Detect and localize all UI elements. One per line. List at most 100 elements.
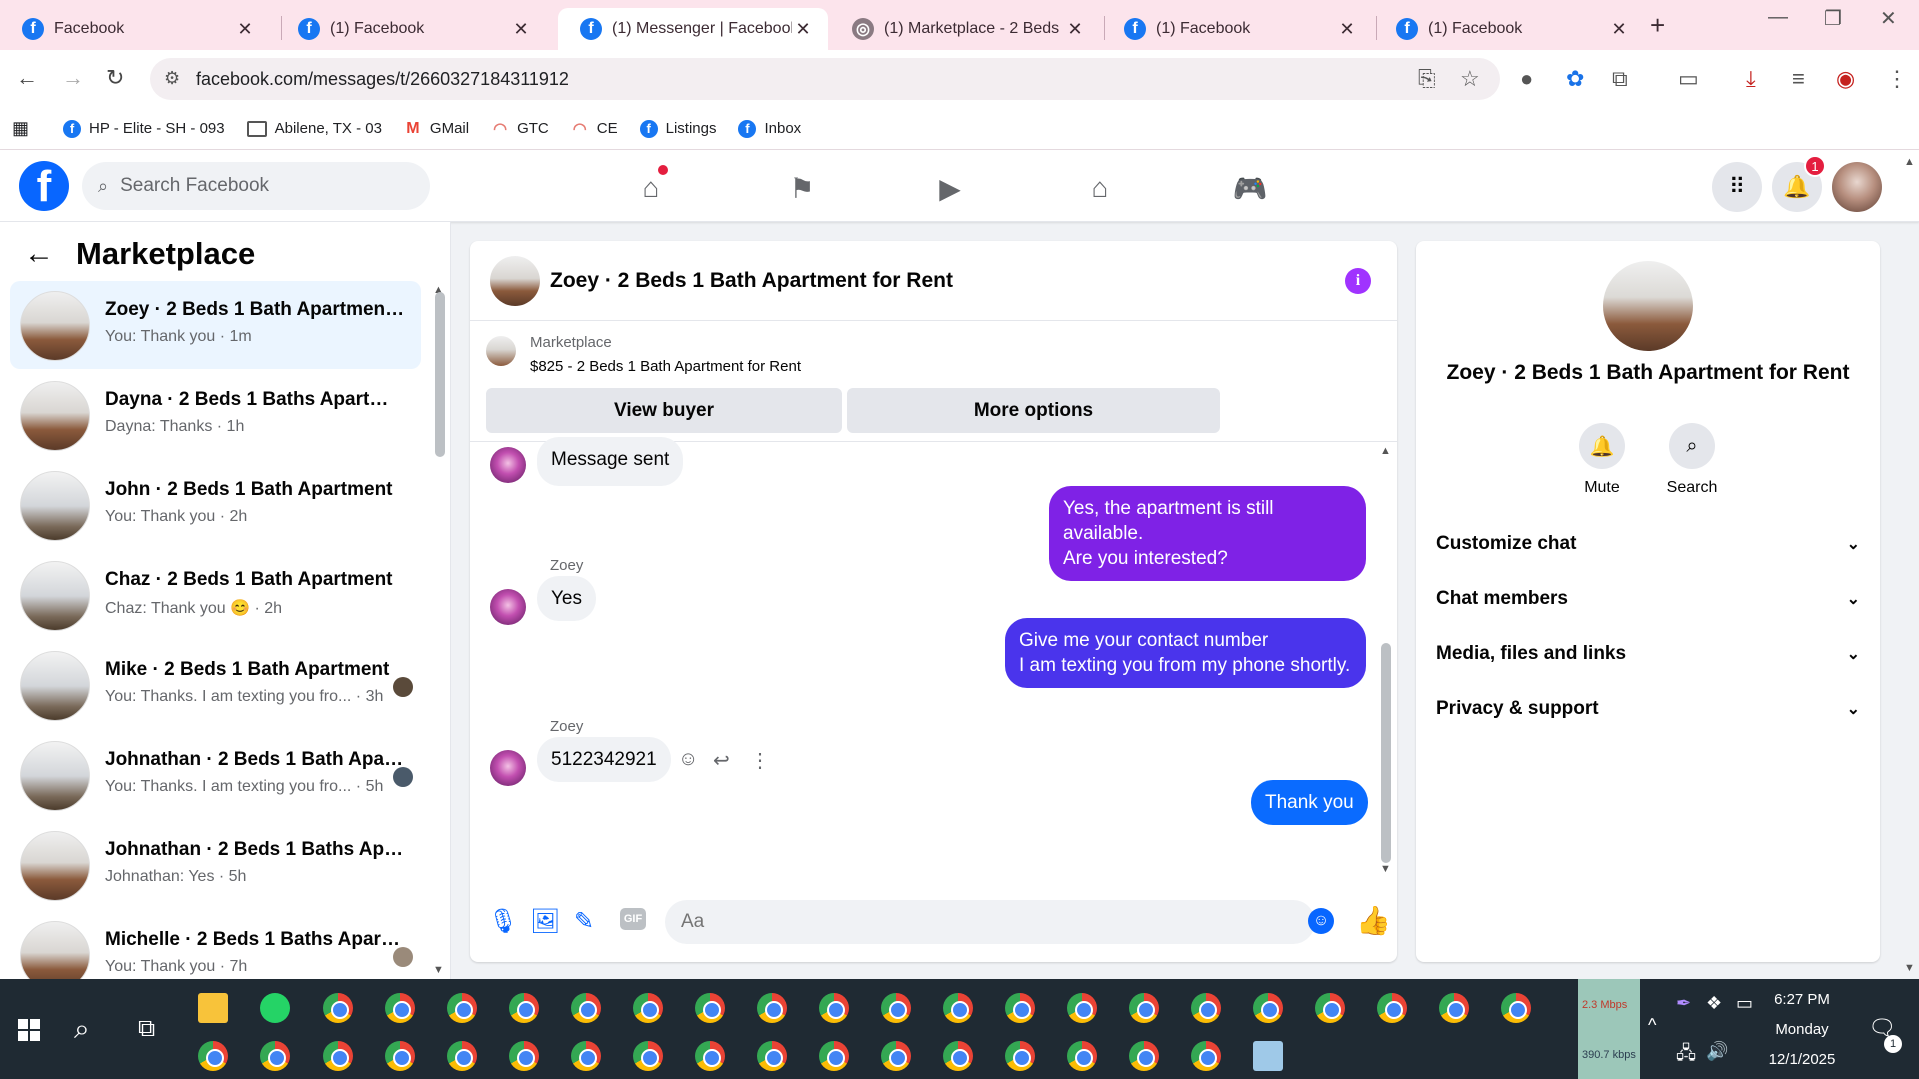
chrome-icon[interactable] xyxy=(1315,993,1345,1023)
chat-members-row[interactable]: Chat members ⌄ xyxy=(1436,579,1860,619)
message-bubble[interactable]: Yes xyxy=(537,576,596,621)
bookmark-ce[interactable]: ◠ CE xyxy=(571,120,618,138)
extension-icon[interactable]: ✿ xyxy=(1566,66,1584,92)
conversation-johnathan-1[interactable]: Johnathan · 2 Beds 1 Bath Apartment You:… xyxy=(10,731,421,819)
view-buyer-button[interactable]: View buyer xyxy=(486,388,842,433)
chrome-icon[interactable] xyxy=(509,993,539,1023)
browser-tab-2[interactable]: f (1) Facebook ✕ xyxy=(276,8,546,50)
browser-menu-icon[interactable]: ⋮ xyxy=(1886,66,1908,92)
chrome-icon[interactable] xyxy=(1501,993,1531,1023)
menu-grid-icon[interactable]: ⠿ xyxy=(1712,162,1762,212)
media-control-icon[interactable]: ≡ xyxy=(1792,66,1805,92)
sidebar-scrollbar[interactable] xyxy=(435,292,445,457)
chrome-icon[interactable] xyxy=(633,1041,663,1071)
reply-icon[interactable]: ↩ xyxy=(713,748,730,773)
conversation-johnathan-2[interactable]: Johnathan · 2 Beds 1 Baths Apartment Joh… xyxy=(10,821,421,909)
install-app-icon[interactable]: ⎘ xyxy=(1418,66,1436,92)
bookmark-gmail[interactable]: M GMail xyxy=(404,120,469,138)
taskbar-search-icon[interactable]: ⌕ xyxy=(74,1013,90,1046)
clock-day[interactable]: Monday xyxy=(1752,1021,1852,1038)
scroll-down-arrow-icon[interactable]: ▼ xyxy=(1380,863,1391,875)
conversation-mike[interactable]: Mike · 2 Beds 1 Bath Apartment You: Than… xyxy=(10,641,421,729)
notepad-icon[interactable] xyxy=(1253,1041,1283,1071)
close-tab-icon[interactable]: ✕ xyxy=(234,19,256,40)
gif-icon[interactable]: GIF xyxy=(620,908,646,930)
info-icon[interactable]: i xyxy=(1345,268,1371,294)
browser-tab-4[interactable]: ◎ (1) Marketplace - 2 Beds 1 B ✕ xyxy=(830,8,1100,50)
browser-tab-3-active[interactable]: f (1) Messenger | Facebook ✕ xyxy=(558,8,828,50)
react-icon[interactable]: ☺ xyxy=(678,748,698,771)
chrome-icon[interactable] xyxy=(385,1041,415,1071)
browser-tab-5[interactable]: f (1) Facebook ✕ xyxy=(1102,8,1372,50)
chrome-icon[interactable] xyxy=(1067,993,1097,1023)
cookie-extension-icon[interactable]: ● xyxy=(1520,66,1533,92)
bookmark-inbox[interactable]: f Inbox xyxy=(738,119,801,138)
message-bubble-sent[interactable]: Thank you xyxy=(1251,780,1368,825)
facebook-logo[interactable]: f xyxy=(19,161,69,211)
file-explorer-icon[interactable] xyxy=(198,993,228,1023)
new-tab-icon[interactable]: + xyxy=(1650,10,1665,41)
sticker-icon[interactable]: ✎ xyxy=(574,907,594,936)
chrome-icon[interactable] xyxy=(1439,993,1469,1023)
extensions-puzzle-icon[interactable]: ⧉ xyxy=(1612,66,1628,92)
chrome-icon[interactable] xyxy=(509,1041,539,1071)
minimize-icon[interactable]: — xyxy=(1768,6,1788,29)
video-icon[interactable]: ▶ xyxy=(930,168,970,208)
page-scroll-down-icon[interactable]: ▼ xyxy=(1904,962,1915,974)
media-files-links-row[interactable]: Media, files and links ⌄ xyxy=(1436,634,1860,674)
chrome-icon[interactable] xyxy=(571,1041,601,1071)
back-arrow-icon[interactable]: ← xyxy=(24,237,54,271)
browser-tab-6[interactable]: f (1) Facebook ✕ xyxy=(1374,8,1644,50)
chrome-icon[interactable] xyxy=(695,1041,725,1071)
dropbox-icon[interactable]: ❖ xyxy=(1706,993,1722,1014)
clock-date[interactable]: 12/1/2025 xyxy=(1752,1051,1852,1068)
pen-icon[interactable]: ✒ xyxy=(1676,993,1691,1014)
chrome-icon[interactable] xyxy=(323,993,353,1023)
tray-overflow-chevron-icon[interactable]: ^ xyxy=(1648,1015,1656,1036)
chrome-icon[interactable] xyxy=(943,993,973,1023)
chat-title[interactable]: Zoey · 2 Beds 1 Bath Apartment for Rent xyxy=(550,269,953,293)
scroll-down-arrow-icon[interactable]: ▼ xyxy=(433,964,444,976)
more-options-button[interactable]: More options xyxy=(847,388,1220,433)
network-icon[interactable]: 🖧 xyxy=(1676,1041,1696,1071)
listing-title[interactable]: $825 - 2 Beds 1 Bath Apartment for Rent xyxy=(530,358,801,375)
account-avatar[interactable] xyxy=(1832,162,1882,212)
chrome-icon[interactable] xyxy=(385,993,415,1023)
browser-tab-1[interactable]: f Facebook ✕ xyxy=(0,8,270,50)
bookmark-listings[interactable]: f Listings xyxy=(639,119,716,138)
download-icon[interactable]: ⤓ xyxy=(1746,66,1756,92)
profile-icon[interactable]: ◉ xyxy=(1836,66,1855,92)
bookmark-gtc[interactable]: ◠ GTC xyxy=(491,120,549,138)
pages-flag-icon[interactable]: ⚑ xyxy=(782,168,822,208)
volume-icon[interactable]: 🔊 xyxy=(1706,1041,1728,1062)
chrome-icon[interactable] xyxy=(198,1041,228,1071)
close-tab-icon[interactable]: ✕ xyxy=(510,19,532,40)
close-tab-icon[interactable]: ✕ xyxy=(1064,19,1086,40)
message-bubble[interactable]: Message sent xyxy=(537,437,684,486)
chrome-icon[interactable] xyxy=(757,993,787,1023)
privacy-support-row[interactable]: Privacy & support ⌄ xyxy=(1436,689,1860,729)
conversation-dayna[interactable]: Dayna · 2 Beds 1 Baths Apartment Dayna: … xyxy=(10,371,421,459)
apps-grid-icon[interactable]: ▦ xyxy=(12,118,29,139)
photo-icon[interactable]: 🖼 xyxy=(530,907,560,936)
chrome-icon[interactable] xyxy=(323,1041,353,1071)
reload-icon[interactable]: ↻ xyxy=(106,65,124,91)
chrome-icon[interactable] xyxy=(695,993,725,1023)
page-scroll-up-icon[interactable]: ▲ xyxy=(1904,156,1915,168)
bookmark-hp-elite[interactable]: f HP - Elite - SH - 093 xyxy=(63,119,225,138)
chrome-icon[interactable] xyxy=(943,1041,973,1071)
conversation-john[interactable]: John · 2 Beds 1 Bath Apartment You: Than… xyxy=(10,461,421,549)
facebook-search-input[interactable]: ⌕ Search Facebook xyxy=(82,162,430,210)
chrome-icon[interactable] xyxy=(1067,1041,1097,1071)
chrome-icon[interactable] xyxy=(571,993,601,1023)
message-bubble-sent[interactable]: Yes, the apartment is still available. A… xyxy=(1049,486,1366,581)
chrome-icon[interactable] xyxy=(881,993,911,1023)
back-icon[interactable]: ← xyxy=(16,65,38,91)
message-bubble[interactable]: 5122342921 xyxy=(537,737,671,782)
emoji-icon[interactable]: ☺ xyxy=(1308,908,1334,934)
search-conversation-button[interactable]: ⌕ Search xyxy=(1647,423,1737,497)
chrome-icon[interactable] xyxy=(819,993,849,1023)
thumbs-up-icon[interactable]: 👍 xyxy=(1356,904,1391,937)
chrome-icon[interactable] xyxy=(1191,993,1221,1023)
chrome-icon[interactable] xyxy=(447,1041,477,1071)
